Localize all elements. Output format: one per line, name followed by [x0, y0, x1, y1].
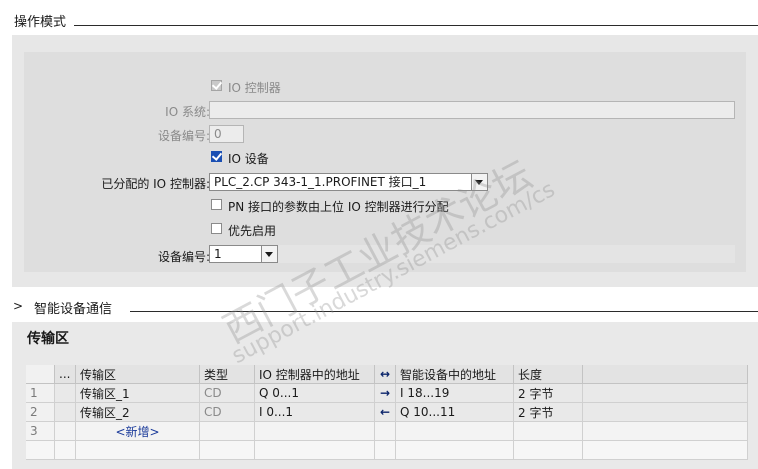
device-number-row-bg [209, 245, 735, 263]
transfer-length[interactable]: 2 字节 [513, 383, 583, 403]
add-new-transfer-link[interactable]: <新增> [75, 421, 200, 441]
column-header-menu[interactable]: ... [54, 365, 76, 384]
section-title-operation-mode: 操作模式 [14, 11, 73, 30]
table-row[interactable]: 1 传输区_1 CD Q 0...1 → I 18...19 2 字节 [26, 383, 748, 403]
arrow-right-icon[interactable]: → [374, 383, 396, 403]
device-number-field[interactable]: 0 [209, 125, 244, 143]
table-row-add-new[interactable]: 3 <新增> [26, 421, 748, 441]
device-number2-label: 设备编号: [157, 250, 210, 264]
empty-cell [582, 402, 748, 422]
empty-cell [513, 421, 583, 441]
assigned-controller-dropdown[interactable]: PLC_2.CP 343-1_1.PROFINET 接口_1 [209, 173, 488, 191]
empty-cell [199, 421, 255, 441]
device-address[interactable]: Q 10...11 [395, 402, 514, 422]
empty-cell [395, 421, 514, 441]
priority-startup-label: 优先启用 [228, 224, 277, 238]
empty-cell [254, 421, 375, 441]
column-header-transfer-area[interactable]: 传输区 [75, 365, 200, 384]
row-menu-cell [54, 421, 76, 441]
column-header-device-address[interactable]: 智能设备中的地址 [395, 365, 514, 384]
column-header-controller-address[interactable]: IO 控制器中的地址 [254, 365, 375, 384]
section-divider [74, 25, 758, 26]
empty-cell [374, 421, 396, 441]
transfer-type[interactable]: CD [199, 402, 255, 422]
io-device-checkbox[interactable] [211, 150, 223, 162]
column-header-rownum [26, 365, 55, 384]
column-header-direction[interactable]: ↔ [374, 365, 396, 384]
operation-mode-inner [24, 52, 746, 272]
io-system-label: IO 系统: [165, 105, 210, 119]
transfer-area-name[interactable]: 传输区_2 [75, 402, 200, 422]
controller-address[interactable]: Q 0...1 [254, 383, 375, 403]
row-number: 1 [26, 383, 55, 403]
assigned-controller-label: 已分配的 IO 控制器: [101, 177, 210, 191]
io-controller-label: IO 控制器 [228, 81, 281, 95]
table-row[interactable]: 2 传输区_2 CD I 0...1 ← Q 10...11 2 字节 [26, 402, 748, 422]
transfer-length[interactable]: 2 字节 [513, 402, 583, 422]
io-device-label: IO 设备 [228, 152, 269, 166]
column-header-empty [582, 365, 748, 384]
section-collapse-chevron-icon[interactable]: > [13, 299, 32, 313]
empty-cell [582, 440, 748, 460]
section-divider [130, 311, 758, 312]
empty-cell [513, 440, 583, 460]
transfer-area-heading: 传输区 [27, 331, 69, 347]
device-address[interactable]: I 18...19 [395, 383, 514, 403]
pn-params-label: PN 接口的参数由上位 IO 控制器进行分配 [228, 200, 449, 214]
empty-cell [582, 383, 748, 403]
device-number2-value: 1 [214, 247, 222, 261]
priority-startup-checkbox[interactable] [211, 223, 222, 234]
row-menu-cell[interactable] [54, 402, 76, 422]
device-number2-dropdown[interactable]: 1 [209, 245, 278, 263]
empty-cell [254, 440, 375, 460]
row-menu-cell[interactable] [54, 383, 76, 403]
column-header-length[interactable]: 长度 [513, 365, 583, 384]
transfer-type[interactable]: CD [199, 383, 255, 403]
empty-cell [395, 440, 514, 460]
pn-params-checkbox[interactable] [211, 199, 222, 210]
row-number: 2 [26, 402, 55, 422]
row-number: 3 [26, 421, 55, 441]
table-filler-row [26, 440, 748, 460]
empty-cell [26, 440, 55, 460]
arrow-left-icon[interactable]: ← [374, 402, 396, 422]
table-header-row: ... 传输区 类型 IO 控制器中的地址 ↔ 智能设备中的地址 长度 [26, 365, 748, 384]
empty-cell [374, 440, 396, 460]
chevron-down-icon[interactable] [261, 246, 277, 262]
empty-cell [54, 440, 76, 460]
empty-cell [75, 440, 200, 460]
device-number-label: 设备编号: [157, 129, 210, 143]
io-controller-checkbox[interactable] [211, 79, 223, 91]
transfer-area-table: ... 传输区 类型 IO 控制器中的地址 ↔ 智能设备中的地址 长度 1 传输… [26, 365, 748, 460]
column-header-type[interactable]: 类型 [199, 365, 255, 384]
empty-cell [582, 421, 748, 441]
controller-address[interactable]: I 0...1 [254, 402, 375, 422]
assigned-controller-value: PLC_2.CP 343-1_1.PROFINET 接口_1 [214, 175, 427, 189]
io-system-field[interactable] [209, 101, 735, 119]
section-title-smart-device-comm: 智能设备通信 [34, 298, 119, 317]
empty-cell [199, 440, 255, 460]
transfer-area-name[interactable]: 传输区_1 [75, 383, 200, 403]
chevron-down-icon[interactable] [471, 174, 487, 190]
